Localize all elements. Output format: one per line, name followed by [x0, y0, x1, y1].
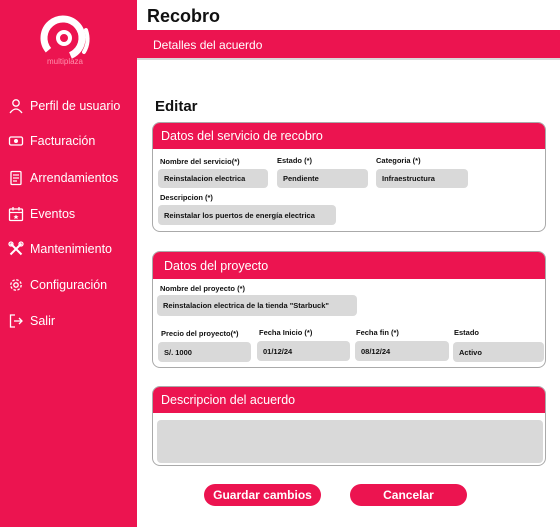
service-category-field[interactable]: Infraestructura [376, 169, 468, 188]
document-icon [7, 170, 24, 187]
sidebar-item-configuracion[interactable]: Configuración [7, 274, 107, 296]
sidebar-item-facturacion[interactable]: Facturación [7, 130, 95, 152]
tools-icon [7, 241, 24, 258]
service-card-header: Datos del servicio de recobro [153, 123, 545, 149]
project-status-label: Estado [454, 328, 480, 337]
agreement-card-title: Descripcion del acuerdo [161, 393, 296, 407]
project-card-title: Datos del proyecto [164, 258, 269, 273]
sidebar-item-label: Configuración [30, 278, 108, 292]
save-button[interactable]: Guardar cambios [204, 484, 321, 506]
project-name-label: Nombre del proyecto (*) [160, 284, 246, 293]
user-icon [7, 98, 24, 115]
project-status-field[interactable]: Activo [453, 342, 544, 362]
project-start-field[interactable]: 01/12/24 [257, 341, 350, 361]
sidebar-item-label: Perfil de usuario [30, 99, 121, 113]
project-end-label: Fecha fin (*) [356, 328, 399, 337]
service-name-label: Nombre del servicio(*) [160, 157, 240, 166]
calendar-icon [7, 206, 24, 223]
service-description-field[interactable]: Reinstalar los puertos de energía electr… [158, 205, 336, 225]
logo-text: multiplaza [46, 57, 83, 66]
sidebar-item-label: Salir [30, 314, 56, 328]
sidebar-item-label: Facturación [30, 134, 96, 148]
project-card-header: Datos del proyecto [153, 252, 545, 279]
cancel-button[interactable]: Cancelar [350, 484, 467, 506]
sidebar-item-label: Mantenimiento [30, 242, 112, 256]
service-status-label: Estado (*) [277, 156, 313, 165]
service-description-label: Descripcion (*) [160, 193, 213, 202]
project-card: Datos del proyecto Nombre del proyecto (… [152, 251, 546, 368]
project-end-field[interactable]: 08/12/24 [355, 341, 449, 361]
agreement-card-header: Descripcion del acuerdo [153, 387, 545, 413]
project-price-label: Precio del proyecto(*) [161, 329, 239, 338]
project-start-label: Fecha Inicio (*) [259, 328, 313, 337]
edit-heading: Editar [155, 98, 198, 115]
logout-icon [7, 313, 24, 330]
service-card: Datos del servicio de recobro Nombre del… [152, 122, 546, 232]
sidebar-item-mantenimiento[interactable]: Mantenimiento [7, 238, 112, 260]
page-subtitle: Detalles del acuerdo [153, 38, 263, 52]
sidebar-item-label: Arrendamientos [30, 171, 119, 185]
agreement-card: Descripcion del acuerdo [152, 386, 546, 466]
service-name-field[interactable]: Reinstalacion electrica [158, 169, 268, 188]
sidebar-item-eventos[interactable]: Eventos [7, 203, 75, 225]
page-title: Recobro [147, 6, 221, 26]
service-status-field[interactable]: Pendiente [277, 169, 368, 188]
service-card-title: Datos del servicio de recobro [161, 129, 323, 143]
gear-icon [7, 277, 24, 294]
sidebar-item-perfil[interactable]: Perfil de usuario [7, 95, 120, 117]
project-price-field[interactable]: S/. 1000 [158, 342, 251, 362]
sidebar-item-label: Eventos [30, 207, 76, 221]
sidebar-item-arrendamientos[interactable]: Arrendamientos [7, 167, 118, 189]
sidebar: multiplaza Perfil de usuario Facturación… [0, 0, 137, 527]
agreement-description-field[interactable] [157, 420, 543, 463]
service-category-label: Categoria (*) [376, 156, 421, 165]
sub-header: Detalles del acuerdo [137, 30, 560, 60]
money-icon [7, 133, 24, 150]
sidebar-item-salir[interactable]: Salir [7, 310, 55, 332]
project-name-field[interactable]: Reinstalacion electrica de la tienda "St… [157, 295, 357, 316]
